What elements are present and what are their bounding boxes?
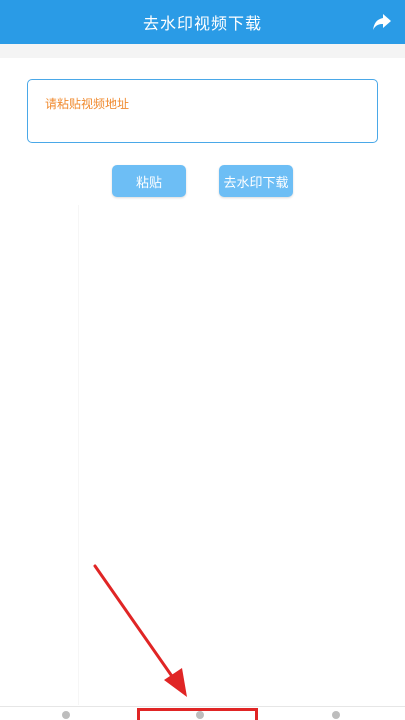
remove-watermark-download-button[interactable]: 去水印下载 bbox=[219, 165, 293, 197]
app-screen: 去水印视频下载 请粘贴视频地址 粘贴 去水印下载 bbox=[0, 0, 405, 720]
share-button[interactable] bbox=[369, 9, 395, 35]
header-spacer bbox=[0, 44, 405, 58]
nav-item-1[interactable] bbox=[16, 707, 116, 720]
nav-icon-1 bbox=[62, 711, 70, 719]
bottom-navigation bbox=[0, 706, 405, 720]
video-url-input[interactable]: 请粘贴视频地址 bbox=[27, 79, 378, 143]
share-arrow-icon bbox=[373, 14, 391, 30]
nav-icon-2 bbox=[196, 711, 204, 719]
paste-button[interactable]: 粘贴 bbox=[112, 165, 186, 197]
app-header: 去水印视频下载 bbox=[0, 0, 405, 44]
nav-item-3[interactable] bbox=[286, 707, 386, 720]
content-divider bbox=[78, 205, 79, 705]
nav-item-2[interactable] bbox=[138, 707, 258, 720]
url-placeholder-text: 请粘贴视频地址 bbox=[45, 97, 130, 111]
nav-icon-3 bbox=[332, 711, 340, 719]
page-title: 去水印视频下载 bbox=[142, 14, 262, 33]
